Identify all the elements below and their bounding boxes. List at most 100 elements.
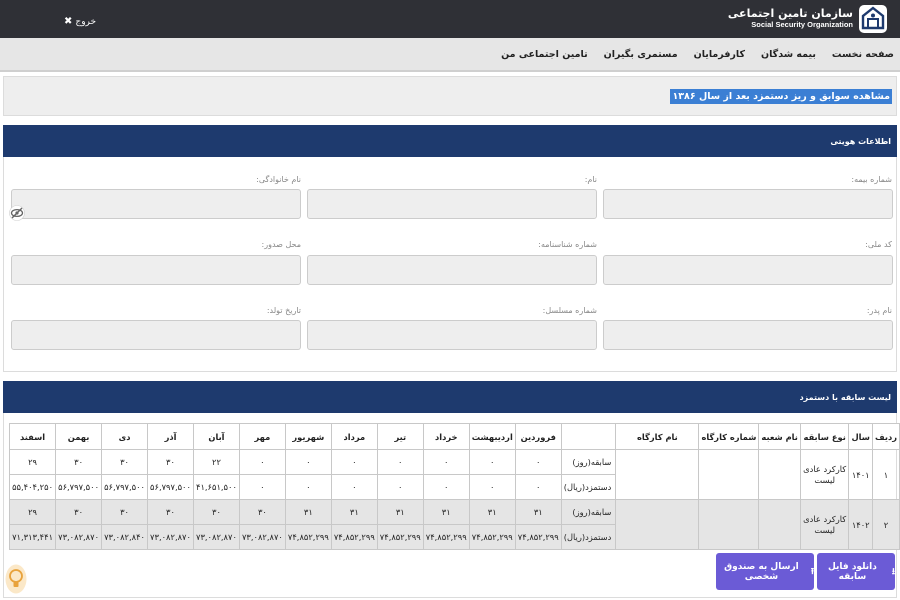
row-branch [758,499,801,550]
cell-days: ۲۲ [192,449,240,475]
logout-button[interactable]: ✖ خروج [64,16,96,27]
cell-wage: ۷۴,۸۵۲,۲۹۹ [514,524,562,550]
cell-days: ۳۱ [376,499,424,525]
col-header-workshop-name: نام کارگاه [615,423,700,450]
history-panel-title: لیست سابقه با دستمزد [799,393,891,402]
row-year: ۱۴۰۲ [848,499,873,550]
table-header-row: ردیف سال نوع سابقه نام شعبه شماره کارگاه… [8,423,900,450]
last-name-label: نام خانوادگی: [256,175,301,184]
row-type: کارکرد عادی لیست [799,499,850,550]
row-branch [758,449,801,500]
table-row: ۱ ۱۴۰۱ کارکرد عادی لیست سابقه(روز) ۰ ۰ ۰… [8,449,900,500]
insurance-number-field[interactable] [603,189,893,219]
cell-days: ۳۰ [147,449,194,475]
first-name-label: نام: [584,175,597,184]
main-nav: صفحه نخست بیمه شدگان کارفرمایان مستمری ب… [0,38,900,72]
cell-days: ۰ [514,449,562,475]
cell-days: ۳۰ [55,449,103,475]
cell-wage: ۷۳,۰۸۲,۸۷۰ [238,524,286,550]
cell-days: ۳۰ [55,499,103,525]
logout-label: خروج [75,16,97,27]
nav-item-pensioners[interactable]: مستمری بگیران [604,49,678,60]
issue-place-field[interactable] [11,255,301,285]
cell-wage: ۷۳,۰۸۲,۸۷۰ [55,524,103,550]
cell-days: ۳۱ [514,499,562,525]
birth-date-field[interactable] [11,320,301,350]
col-header-month-9: آذر [147,423,194,450]
cell-days: ۲۹ [8,499,57,525]
org-name: سازمان تامین اجتماعی Social Security Org… [728,8,853,29]
cell-days: ۳۱ [422,499,470,525]
download-history-label: دانلود فایل سابقه [828,561,877,582]
org-logo[interactable]: سازمان تامین اجتماعی Social Security Org… [728,3,888,35]
col-header-type: نوع سابقه [799,423,850,450]
row-workshop-name [615,499,700,550]
col-header-month-3: خرداد [422,423,470,450]
father-name-label: نام پدر: [866,306,892,315]
page-title-banner: مشاهده سوابق و ریز دستمزد بعد از سال ۱۳۸… [3,76,897,116]
eye-slash-icon[interactable] [9,205,25,221]
close-icon: ✖ [64,16,73,27]
org-emblem-icon [859,5,887,33]
col-header-month-4: تیر [376,423,424,450]
cell-wage: ۷۴,۸۵۲,۲۹۹ [376,524,424,550]
cell-wage: ۷۴,۸۵۲,۲۹۹ [284,524,332,550]
col-header-workshop-no: شماره کارگاه [698,423,760,450]
cell-days: ۰ [330,449,378,475]
cell-wage: ۰ [284,474,332,500]
nav-item-home[interactable]: صفحه نخست [832,49,894,60]
cell-days: ۳۱ [330,499,378,525]
cell-wage: ۷۴,۸۵۲,۲۹۹ [422,524,470,550]
cell-days: ۳۰ [192,499,240,525]
col-header-month-6: شهریور [284,423,332,450]
cell-wage: ۷۴,۸۵۲,۲۹۹ [468,524,516,550]
upload-icon: ⭱ [810,566,814,577]
row-number: ۱ [871,449,900,500]
nav-item-my-social-security[interactable]: تامین اجتماعی من [501,49,588,60]
national-code-label: کد ملی: [865,240,892,249]
id-number-field[interactable] [307,255,597,285]
id-number-label: شماره شناسنامه: [538,240,597,249]
cell-wage: ۷۳,۰۸۲,۸۷۰ [147,524,194,550]
col-header-month-1: فروردین [514,423,562,450]
cell-days: ۰ [238,449,286,475]
row-wage-label: دستمزد(ریال) [560,474,617,500]
cell-days: ۰ [422,449,470,475]
nav-item-employers[interactable]: کارفرمایان [694,49,745,60]
row-workshop-no [698,449,760,500]
cell-wage: ۷۳,۰۸۲,۸۴۰ [101,524,149,550]
birth-date-label: تاریخ تولد: [266,306,301,315]
row-days-label: سابقه(روز) [560,499,617,525]
col-header-month-12: اسفند [8,423,57,450]
col-header-month-2: اردیبهشت [468,423,516,450]
issue-place-label: محل صدور: [261,240,301,249]
row-workshop-name [615,449,700,500]
father-name-field[interactable] [603,320,893,350]
cell-wage: ۴۱,۶۵۱,۵۰۰ [192,474,240,500]
cell-wage: ۰ [468,474,516,500]
last-name-field[interactable] [11,189,301,219]
col-header-month-7: مهر [238,423,286,450]
cell-wage: ۰ [376,474,424,500]
col-header-month-11: بهمن [55,423,103,450]
send-to-personal-box-label: ارسال به صندوق شخصی [724,561,799,582]
cell-wage: ۷۱,۳۱۳,۴۴۱ [8,524,57,550]
national-code-field[interactable] [603,255,893,285]
cell-days: ۳۰ [101,449,149,475]
lightbulb-icon[interactable] [5,564,27,594]
cell-wage: ۵۵,۴۰۴,۲۵۰ [8,474,57,500]
first-name-field[interactable] [307,189,597,219]
identity-panel-title: اطلاعات هویتی [830,137,891,146]
send-to-personal-box-button[interactable]: ⭱ ارسال به صندوق شخصی [716,553,814,590]
cell-wage: ۰ [238,474,286,500]
cell-days: ۳۰ [147,499,194,525]
cell-days: ۳۰ [101,499,149,525]
row-type: کارکرد عادی لیست [799,449,850,500]
nav-item-insured[interactable]: بیمه شدگان [761,49,816,60]
history-table: ردیف سال نوع سابقه نام شعبه شماره کارگاه… [8,423,900,550]
serial-number-field[interactable] [307,320,597,350]
download-history-button[interactable]: ⭳ دانلود فایل سابقه [817,553,895,590]
download-icon: ⭳ [891,566,895,577]
col-header-row-no: ردیف [871,423,900,450]
row-workshop-no [698,499,760,550]
